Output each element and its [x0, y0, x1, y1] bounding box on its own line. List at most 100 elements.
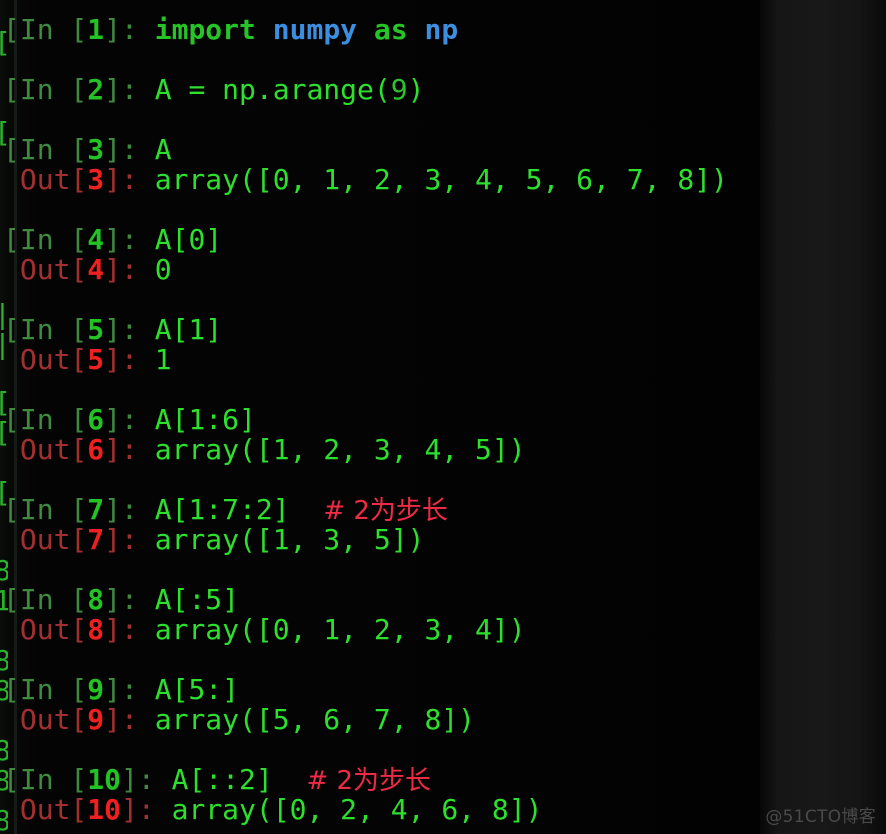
prompt-bracket-close: ]: [104, 133, 155, 166]
code-text: array([0, 1, 2, 3, 4, 5, 6, 7, 8]) [154, 163, 728, 196]
prompt-bracket-close: ]: [104, 403, 155, 436]
prompt-bracket-close: ]: [104, 673, 155, 706]
code-keyword: import [154, 13, 273, 46]
console-input-line[interactable]: [In [10]: A[::2] # 2为步长 [3, 763, 432, 797]
site-watermark: @51CTO博客 [765, 807, 876, 827]
prompt-bracket-open: [In [ [3, 13, 88, 46]
prompt-number: 3 [87, 133, 105, 166]
console-output-line[interactable]: Out[7]: array([1, 3, 5]) [3, 523, 425, 556]
prompt-bracket-open: Out[ [3, 703, 88, 736]
console-output-line[interactable]: Out[10]: array([0, 2, 4, 6, 8]) [3, 793, 543, 826]
prompt-bracket-open: [In [ [3, 763, 88, 796]
code-text: A[::2] [171, 763, 307, 796]
code-comment: # 2为步长 [323, 496, 448, 526]
prompt-bracket-open: [In [ [3, 133, 88, 166]
prompt-bracket-open: Out[ [3, 613, 88, 646]
code-text: A[:5] [154, 583, 240, 616]
console-output-line[interactable]: Out[6]: array([1, 2, 3, 4, 5]) [3, 435, 526, 465]
prompt-bracket-close: ]: [104, 223, 155, 256]
prompt-bracket-open: [In [ [3, 313, 88, 346]
console-input-line[interactable]: [In [1]: import numpy as np [3, 15, 458, 45]
prompt-bracket-open: [In [ [3, 673, 88, 706]
console-output-line[interactable]: Out[8]: array([0, 1, 2, 3, 4]) [3, 615, 526, 645]
console-input-line[interactable]: [In [6]: A[1:6] [3, 405, 256, 435]
edge-glyph-fragment: 8 [0, 556, 8, 586]
code-text: A [154, 133, 172, 166]
edge-glyph-fragment: 8 [0, 736, 8, 766]
prompt-bracket-close: ]: [104, 163, 155, 196]
code-comment: # 2为步长 [306, 766, 432, 796]
prompt-number: 10 [87, 793, 122, 826]
console-input-line[interactable]: [In [4]: A[0] [3, 225, 222, 255]
console-input-line[interactable]: [In [7]: A[1:7:2] # 2为步长 [3, 493, 448, 527]
code-text: array([0, 1, 2, 3, 4]) [154, 613, 526, 646]
code-module-name: numpy [272, 13, 358, 46]
prompt-bracket-open: [In [ [3, 493, 88, 526]
prompt-bracket-close: ]: [104, 493, 155, 526]
prompt-bracket-open: [In [ [3, 583, 88, 616]
prompt-number: 7 [87, 493, 105, 526]
console-output-line[interactable]: Out[9]: array([5, 6, 7, 8]) [3, 705, 475, 735]
prompt-bracket-close: ]: [104, 583, 155, 616]
edge-glyph-fragment: 8 [0, 646, 8, 676]
prompt-bracket-close: ]: [104, 433, 155, 466]
prompt-bracket-close: ]: [121, 793, 172, 826]
prompt-bracket-close: ]: [104, 523, 155, 556]
code-keyword: as [357, 13, 425, 46]
prompt-bracket-close: ]: [104, 13, 155, 46]
prompt-bracket-open: [In [ [3, 403, 88, 436]
prompt-number: 3 [87, 163, 105, 196]
code-text: array([0, 2, 4, 6, 8]) [171, 793, 543, 826]
prompt-bracket-close: ]: [121, 763, 172, 796]
code-text: 0 [154, 253, 172, 286]
code-module-name: np [424, 13, 459, 46]
prompt-bracket-open: Out[ [3, 793, 88, 826]
console-input-line[interactable]: [In [9]: A[5:] [3, 675, 239, 705]
prompt-number: 1 [87, 13, 105, 46]
prompt-number: 5 [87, 313, 105, 346]
console-output-line[interactable]: Out[5]: 1 [3, 345, 172, 375]
code-text: array([5, 6, 7, 8]) [154, 703, 476, 736]
prompt-bracket-open: [In [ [3, 223, 88, 256]
prompt-bracket-open: Out[ [3, 343, 88, 376]
prompt-number: 5 [87, 343, 105, 376]
code-text: A[5:] [154, 673, 240, 706]
console-input-line[interactable]: [In [2]: A = np.arange(9) [3, 75, 424, 105]
code-text: array([1, 3, 5]) [154, 523, 425, 556]
code-text: A = np.arange( [154, 73, 391, 106]
code-text: 1 [154, 343, 172, 376]
code-text: 9 [390, 73, 408, 106]
prompt-number: 4 [87, 253, 105, 286]
prompt-number: 9 [87, 703, 105, 736]
prompt-number: 4 [87, 223, 105, 256]
code-text: A[0] [154, 223, 223, 256]
prompt-number: 9 [87, 673, 105, 706]
prompt-bracket-open: Out[ [3, 433, 88, 466]
console-input-line[interactable]: [In [3]: A [3, 135, 172, 165]
prompt-bracket-close: ]: [104, 313, 155, 346]
prompt-bracket-close: ]: [104, 343, 155, 376]
code-text: array([1, 2, 3, 4, 5]) [154, 433, 526, 466]
code-text: A[1] [154, 313, 223, 346]
code-text: A[1:6] [154, 403, 256, 436]
console-output-line[interactable]: Out[4]: 0 [3, 255, 172, 285]
prompt-bracket-open: Out[ [3, 253, 88, 286]
prompt-number: 8 [87, 583, 105, 616]
prompt-number: 10 [87, 763, 122, 796]
console-input-line[interactable]: [In [8]: A[:5] [3, 585, 239, 615]
prompt-number: 7 [87, 523, 105, 556]
code-text: ) [407, 73, 425, 106]
prompt-bracket-close: ]: [104, 703, 155, 736]
code-text: A[1:7:2] [154, 493, 324, 526]
prompt-bracket-close: ]: [104, 73, 155, 106]
prompt-number: 6 [87, 403, 105, 436]
console-output-line[interactable]: Out[3]: array([0, 1, 2, 3, 4, 5, 6, 7, 8… [3, 165, 728, 195]
prompt-number: 8 [87, 613, 105, 646]
prompt-number: 2 [87, 73, 105, 106]
prompt-bracket-open: Out[ [3, 163, 88, 196]
prompt-bracket-open: Out[ [3, 523, 88, 556]
ipython-console-output[interactable]: [[||[[[8188888[In [1]: import numpy as n… [0, 0, 886, 834]
console-input-line[interactable]: [In [5]: A[1] [3, 315, 222, 345]
terminal-screenshot: [[||[[[8188888[In [1]: import numpy as n… [0, 0, 886, 834]
prompt-number: 6 [87, 433, 105, 466]
